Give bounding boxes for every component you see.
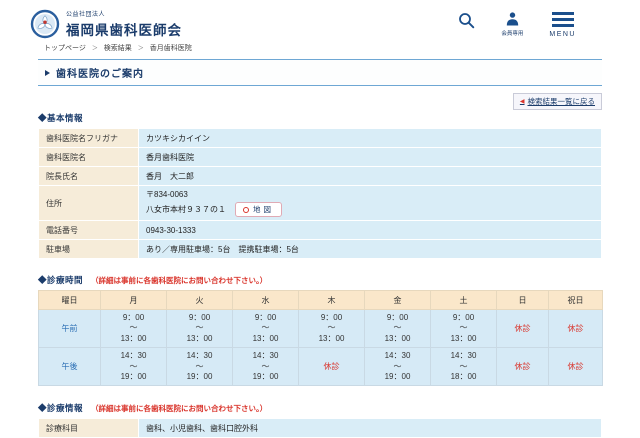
hours-column-header: 月	[100, 290, 167, 310]
row-value: 香月歯科医院	[138, 147, 602, 167]
hours-row-label: 午前	[38, 308, 101, 349]
back-to-results-link[interactable]: ◀ 検索結果一覧に戻る	[512, 93, 602, 110]
title-arrow-icon	[45, 69, 50, 76]
breadcrumb: トップページ ＞ 検索結果 ＞ 香月歯科医院	[0, 40, 640, 58]
hours-cell: 休診	[548, 308, 603, 349]
brand-home-link[interactable]: 公益社団法人 福岡県歯科医師会	[30, 9, 182, 39]
table-row-parking: 駐車場 あり／専用駐車場：5台 提携駐車場：5台	[38, 239, 602, 259]
row-label: 院長氏名	[38, 166, 139, 186]
hours-body: 午前 9：00 ～ 13：00 9：00 ～ 13：00 9：00 ～ 13：00 9：00 ～ 13：…	[38, 308, 603, 387]
hours-row: 午後 14：30 ～ 19：00 14：30 ～ 19：00 14：30 ～ 19：00 休診 14：…	[38, 347, 603, 387]
hours-cell: 9：00 ～ 13：00	[166, 308, 233, 349]
table-row-address: 住所 〒834-0063 八女市本村９３７の１ 地図	[38, 185, 602, 221]
search-icon	[459, 13, 475, 29]
hours-cell: 9：00 ～ 13：00	[364, 308, 431, 349]
postal-code: 〒834-0063	[146, 190, 188, 199]
table-row-departments: 診療科目 歯科、小児歯科、歯科口腔外科	[38, 418, 602, 438]
hours-column-header: 土	[430, 290, 497, 310]
org-name: 福岡県歯科医師会	[66, 23, 182, 38]
hours-cell: 休診	[496, 347, 549, 387]
hours-column-header: 水	[232, 290, 299, 310]
page-title-bar: 歯科医院のご案内	[38, 59, 602, 86]
page-root: 公益社団法人 福岡県歯科医師会 会員専用 MENU トップページ ＞ 検索結果 …	[0, 0, 640, 438]
breadcrumb-link-home[interactable]: トップページ	[44, 45, 86, 52]
clinical-info-note: （詳細は事前に各歯科医院にお問い合わせ下さい。）	[91, 404, 268, 414]
main-content: ◆基本情報 歯科医院名フリガナ カツキシカイイン 歯科医院名 香月歯科医院 院長…	[0, 112, 640, 438]
brand-text: 公益社団法人 福岡県歯科医師会	[66, 9, 182, 39]
hours-cell: 9：00 ～ 13：00	[232, 308, 299, 349]
table-row-phone: 電話番号 0943-30-1333	[38, 220, 602, 240]
row-value: 0943-30-1333	[138, 220, 602, 240]
hours-cell: 休診	[298, 347, 365, 387]
hours-table: 曜日月火水木金土日祝日 午前 9：00 ～ 13：00 9：00 ～ 13：00 9：00 ～ 1…	[38, 290, 603, 387]
hours-header-row: 曜日月火水木金土日祝日	[38, 290, 603, 310]
hours-column-header: 火	[166, 290, 233, 310]
hamburger-icon	[551, 12, 574, 27]
search-button[interactable]	[458, 12, 475, 29]
hours-cell: 9：00 ～ 13：00	[430, 308, 497, 349]
hours-cell: 9：00 ～ 13：00	[298, 308, 365, 349]
hours-column-header: 日	[496, 290, 549, 310]
hours-column-header: 木	[298, 290, 365, 310]
hours-cell: 14：30 ～ 19：00	[364, 347, 431, 387]
basic-info-table: 歯科医院名フリガナ カツキシカイイン 歯科医院名 香月歯科医院 院長氏名 香月 …	[38, 128, 602, 259]
members-only-button[interactable]: 会員専用	[501, 12, 523, 37]
row-label: 住所	[38, 185, 139, 221]
back-arrow-icon: ◀	[519, 99, 525, 105]
row-value: カツキシカイイン	[138, 128, 602, 148]
clinical-info-heading: ◆診療情報	[38, 403, 84, 414]
clinical-info-heading-row: ◆診療情報 （詳細は事前に各歯科医院にお問い合わせ下さい。）	[38, 402, 602, 414]
row-label: 歯科医院名フリガナ	[38, 128, 139, 148]
menu-button[interactable]: MENU	[549, 12, 576, 38]
members-only-label: 会員専用	[501, 31, 524, 37]
hours-row: 午前 9：00 ～ 13：00 9：00 ～ 13：00 9：00 ～ 13：00 9：00 ～ 13：…	[38, 308, 603, 349]
map-button-label: 地図	[253, 205, 274, 214]
hours-cell: 14：30 ～ 19：00	[232, 347, 299, 387]
hours-column-header: 祝日	[548, 290, 603, 310]
table-row-furigana: 歯科医院名フリガナ カツキシカイイン	[38, 128, 602, 148]
basic-info-heading: ◆基本情報	[38, 113, 84, 123]
row-label: 駐車場	[38, 239, 139, 259]
table-row-clinic-name: 歯科医院名 香月歯科医院	[38, 147, 602, 167]
clinical-info-table: 診療科目 歯科、小児歯科、歯科口腔外科	[38, 418, 602, 438]
hours-cell: 14：30 ～ 19：00	[166, 347, 233, 387]
site-header: 公益社団法人 福岡県歯科医師会 会員専用 MENU	[0, 0, 640, 40]
breadcrumb-current-page: 香月歯科医院	[149, 45, 192, 52]
person-icon	[506, 12, 519, 26]
hours-cell: 14：30 ～ 18：00	[430, 347, 497, 387]
breadcrumb-link-search-results[interactable]: 検索結果	[104, 45, 132, 52]
menu-label: MENU	[549, 30, 576, 38]
hours-column-header: 曜日	[38, 290, 101, 310]
org-logo-icon	[30, 9, 60, 39]
map-marker-icon	[243, 206, 249, 213]
row-value: 歯科、小児歯科、歯科口腔外科	[138, 418, 602, 438]
table-row-director-name: 院長氏名 香月 大二郎	[38, 166, 602, 186]
org-type-label: 公益社団法人	[66, 12, 106, 18]
row-label: 電話番号	[38, 220, 139, 240]
row-label: 診療科目	[38, 418, 139, 438]
hours-note: （詳細は事前に各歯科医院にお問い合わせ下さい。）	[91, 276, 268, 285]
row-value: 〒834-0063 八女市本村９３７の１ 地図	[138, 185, 602, 221]
hours-column-header: 金	[364, 290, 431, 310]
hours-cell: 休診	[548, 347, 603, 387]
map-button[interactable]: 地図	[235, 202, 282, 217]
hours-row-label: 午後	[38, 347, 101, 387]
row-value: 香月 大二郎	[138, 166, 602, 186]
back-link-row: ◀ 検索結果一覧に戻る	[38, 90, 602, 110]
row-label: 歯科医院名	[38, 147, 139, 167]
breadcrumb-separator-icon: ＞	[137, 46, 144, 52]
street-address: 八女市本村９３７の１	[146, 205, 226, 214]
hours-cell: 9：00 ～ 13：00	[100, 308, 167, 349]
back-link-label: 検索結果一覧に戻る	[527, 97, 596, 106]
row-value: あり／専用駐車場：5台 提携駐車場：5台	[138, 239, 602, 259]
hours-cell: 14：30 ～ 19：00	[100, 347, 167, 387]
header-actions: 会員専用 MENU	[458, 12, 576, 38]
hours-heading: ◆診療時間	[38, 275, 84, 285]
page-title: 歯科医院のご案内	[56, 69, 144, 80]
hours-cell: 休診	[496, 308, 549, 349]
breadcrumb-separator-icon: ＞	[91, 46, 98, 52]
hours-heading-row: ◆診療時間 （詳細は事前に各歯科医院にお問い合わせ下さい。）	[38, 274, 602, 286]
